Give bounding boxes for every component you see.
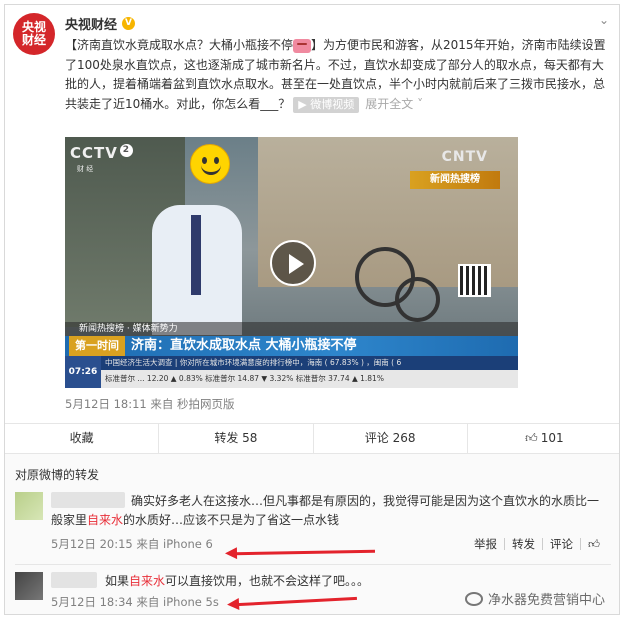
avatar[interactable] bbox=[15, 492, 43, 520]
keyword-highlight[interactable]: 自来水 bbox=[129, 574, 165, 588]
cctv-channel-number: 2 bbox=[119, 144, 133, 157]
video-ticker-news: 中国经济生活大调查 | 你对所在城市环境满意度的排行榜中，海南 ( 67.83%… bbox=[65, 356, 518, 370]
repost-button[interactable]: 转发 58 bbox=[159, 424, 314, 453]
like-button[interactable]: 👍︎ 101 bbox=[468, 424, 619, 453]
cntv-logo: CNTV bbox=[441, 149, 488, 165]
action-bar: 收藏 转发 58 评论 268 👍︎ 101 bbox=[5, 423, 619, 454]
watermark-text: 净水器免费营销中心 bbox=[487, 593, 605, 608]
repost-text-post: 的水质好…应该不只是为了省这一点水钱 bbox=[123, 513, 340, 527]
repost-text-pre: 如果 bbox=[105, 574, 130, 588]
wechat-icon bbox=[464, 591, 483, 606]
expand-link[interactable]: 展开全文 ˅ bbox=[365, 97, 423, 111]
video-chip[interactable]: ▶ 微博视频 bbox=[293, 96, 360, 113]
cctv-logo-sub: 财 经 bbox=[77, 165, 94, 173]
video-ticker-stocks: 标准普尔 ... 12.20 ▲ 0.83% 标准普尔 14.87 ▼ 3.32… bbox=[65, 370, 518, 388]
smiley-eye bbox=[202, 157, 207, 164]
smiley-mouth bbox=[201, 165, 221, 175]
author-name[interactable]: 央视财经 bbox=[65, 14, 117, 33]
repost-meta[interactable]: 5月12日 20:15 来自 iPhone 6 bbox=[51, 536, 213, 552]
thumbs-up-icon: 👍︎ bbox=[525, 431, 538, 445]
repost-meta[interactable]: 5月12日 18:34 来自 iPhone 5s bbox=[51, 594, 219, 610]
collect-button[interactable]: 收藏 bbox=[5, 424, 160, 453]
angry-emoji-icon bbox=[293, 38, 312, 53]
chevron-down-icon[interactable]: ⌄ bbox=[599, 13, 609, 27]
post-title-end: 】 bbox=[311, 38, 324, 52]
video-headline: 济南：直饮水成取水点 大桶小瓶接不停 bbox=[131, 338, 357, 353]
post-body: 【济南直饮水竟成取水点？大桶小瓶接不停 】为方便市民和游客，从2015年开始，济南… bbox=[65, 36, 613, 114]
author-avatar[interactable]: 央视 财经 bbox=[13, 13, 55, 55]
expand-link-label: 展开全文 bbox=[365, 96, 414, 111]
repost-item: 确实好多老人在这接水…但凡事都是有原因的，我觉得可能是因为这个直饮水的水质比一般… bbox=[15, 492, 611, 558]
like-count: 101 bbox=[540, 431, 564, 445]
post-title: 【济南直饮水竟成取水点？大桶小瓶接不停 bbox=[65, 38, 294, 52]
keyword-highlight[interactable]: 自来水 bbox=[87, 513, 123, 527]
repost-section: 对原微博的转发 确实好多老人在这接水…但凡事都是有原因的，我觉得可能是因为这个直… bbox=[5, 454, 619, 614]
play-small-icon: ▶ bbox=[298, 97, 311, 111]
video-clock: 07:26 bbox=[65, 356, 101, 388]
play-icon[interactable] bbox=[270, 240, 316, 286]
news-badge: 新闻热搜榜 bbox=[410, 171, 500, 189]
repost-text-post: 可以直接饮用，也就不会这样了吧。。。 bbox=[165, 574, 370, 588]
avatar-text-line2: 财经 bbox=[21, 33, 46, 47]
verified-icon: V bbox=[122, 17, 136, 30]
cctv-logo: CCTV 2 bbox=[70, 144, 133, 162]
video-player[interactable]: CCTV 2 财 经 CNTV 新闻热搜榜 新闻热搜榜 · 媒体新势力 第一时间济… bbox=[65, 137, 518, 388]
chevron-down-icon: ˅ bbox=[413, 96, 424, 111]
comment-button[interactable]: 评论 268 bbox=[314, 424, 468, 453]
smiley-face-icon bbox=[190, 144, 230, 184]
video-ticker-top: 新闻热搜榜 · 媒体新势力 bbox=[65, 322, 518, 336]
author-header: 央视财经 V bbox=[65, 14, 136, 33]
news-anchor-tie bbox=[191, 215, 201, 295]
repost-text: 确实好多老人在这接水…但凡事都是有原因的，我觉得可能是因为这个直饮水的水质比一般… bbox=[51, 492, 606, 530]
video-chip-label: 微博视频 bbox=[310, 97, 355, 111]
repost-header: 对原微博的转发 bbox=[15, 468, 100, 482]
video-program-tag: 第一时间 bbox=[69, 336, 125, 356]
repost-actions: 举报 转发 评论 👍︎ bbox=[467, 538, 607, 550]
repost-button[interactable]: 转发 bbox=[505, 538, 543, 550]
watermark: 净水器免费营销中心 bbox=[464, 589, 605, 608]
cctv-logo-text: CCTV bbox=[70, 144, 118, 162]
comment-button[interactable]: 评论 bbox=[543, 538, 581, 550]
divider bbox=[15, 564, 611, 565]
video-headline-bar: 第一时间 济南：直饮水成取水点 大桶小瓶接不停 bbox=[65, 336, 518, 356]
post-meta[interactable]: 5月12日 18:11 来自 秒拍网页版 bbox=[65, 396, 235, 412]
video-scene-bicycle bbox=[395, 277, 440, 322]
thumbs-up-icon[interactable]: 👍︎ bbox=[581, 538, 607, 550]
avatar[interactable] bbox=[15, 572, 43, 600]
qr-code-icon bbox=[458, 264, 491, 297]
weibo-card: 央视 财经 央视财经 V ⌄ 【济南直饮水竟成取水点？大桶小瓶接不停 】为方便市民… bbox=[4, 4, 620, 615]
smiley-eye bbox=[214, 157, 219, 164]
report-button[interactable]: 举报 bbox=[467, 538, 505, 550]
